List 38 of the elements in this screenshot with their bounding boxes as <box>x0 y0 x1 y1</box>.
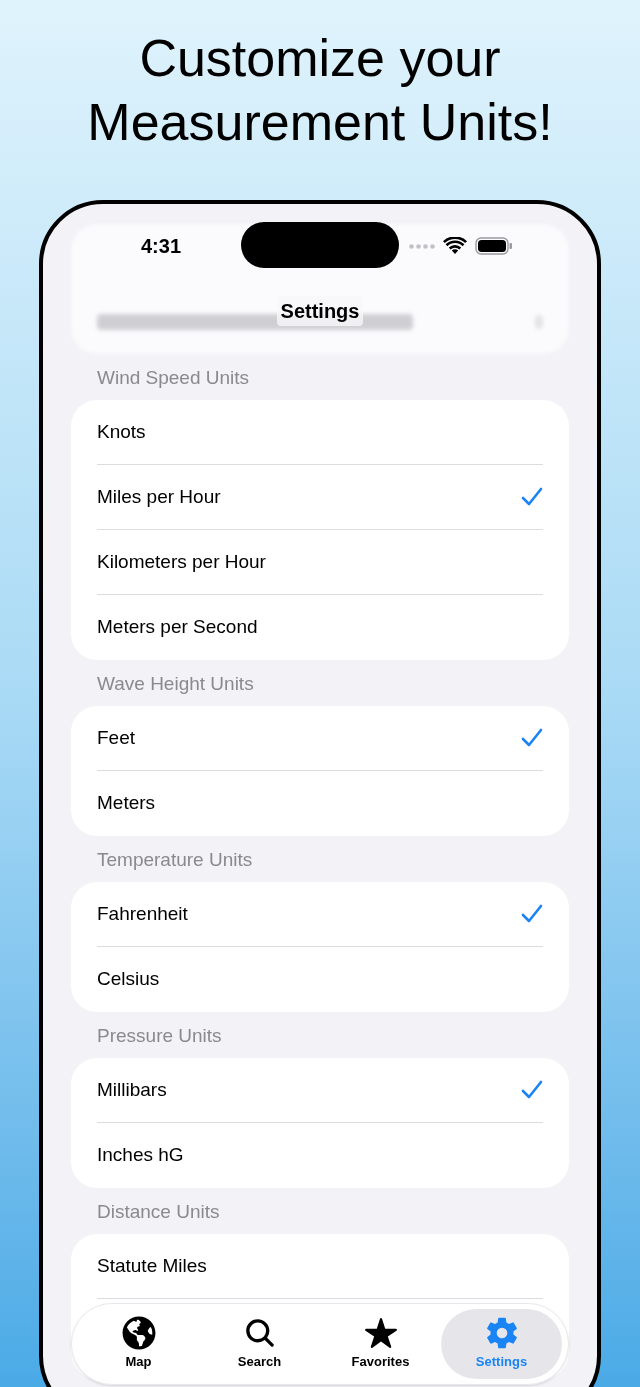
option-label: Celsius <box>97 967 160 992</box>
tab-item[interactable]: Search <box>199 1309 320 1379</box>
option-row[interactable]: Fahrenheit <box>97 882 543 947</box>
option-label: Fahrenheit <box>97 901 188 926</box>
option-label: Statute Miles <box>97 1253 207 1278</box>
section-header: Distance Units <box>97 1199 220 1224</box>
option-row[interactable]: Kilometers per Hour <box>97 530 543 595</box>
option-label: Feet <box>97 725 136 750</box>
option-row[interactable]: Statute Miles <box>97 1234 543 1299</box>
star-icon <box>363 1316 398 1351</box>
globe-icon <box>121 1316 156 1351</box>
option-label: Knots <box>97 419 146 444</box>
option-row[interactable]: Celsius <box>97 947 543 1012</box>
option-label: Kilometers per Hour <box>97 549 266 574</box>
settings-icon <box>484 1316 519 1351</box>
status-time: 4:31 <box>141 234 182 259</box>
section-header: Pressure Units <box>97 1023 222 1048</box>
option-row[interactable]: Millibars <box>97 1058 543 1123</box>
section-header: Wind Speed Units <box>97 365 250 390</box>
headline: Customize your Measurement Units! <box>86 28 554 153</box>
option-label: Meters per Second <box>97 615 258 640</box>
option-row[interactable]: Knots <box>97 400 543 465</box>
option-label: Meters <box>97 791 156 816</box>
option-label: Miles per Hour <box>97 484 221 509</box>
section-header: Wave Height Units <box>97 671 254 696</box>
option-row[interactable]: Miles per Hour <box>97 465 543 530</box>
option-row[interactable]: Meters <box>97 771 543 836</box>
tab-item[interactable]: Favorites <box>320 1309 441 1379</box>
tab-item[interactable]: Map <box>78 1309 199 1379</box>
section-header: Temperature Units <box>97 847 253 872</box>
signal-icon <box>409 243 435 249</box>
option-label: Millibars <box>97 1077 167 1102</box>
option-row[interactable]: Meters per Second <box>97 595 543 660</box>
battery-icon <box>475 237 513 255</box>
option-label: Inches hG <box>97 1143 184 1168</box>
option-row[interactable]: Feet <box>97 706 543 771</box>
option-row[interactable]: Inches hG <box>97 1123 543 1188</box>
wifi-icon <box>443 237 467 255</box>
